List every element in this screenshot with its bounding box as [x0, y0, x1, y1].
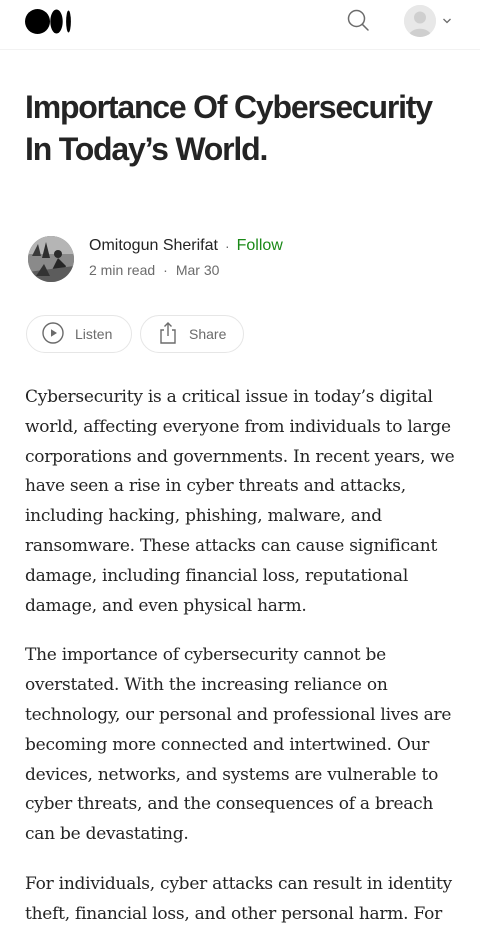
listen-label: Listen	[75, 326, 113, 342]
search-button[interactable]	[344, 8, 372, 36]
article-title: Importance Of Cybersecurity In Today’s W…	[25, 89, 433, 167]
share-button[interactable]: Share	[140, 315, 244, 353]
share-icon	[157, 321, 189, 348]
article-paragraph: For individuals, cyber attacks can resul…	[25, 873, 452, 924]
author-separator: ·	[224, 238, 230, 254]
medium-logo-icon[interactable]	[25, 8, 73, 35]
article-paragraph: Cybersecurity is a critical issue in tod…	[25, 387, 455, 616]
author-line: Omitogun Sherifat · Follow	[89, 236, 283, 256]
meta-separator: ·	[163, 262, 168, 278]
article-meta: 2 min read · Mar 30	[89, 262, 219, 278]
top-bar	[0, 0, 480, 50]
search-icon	[346, 8, 370, 37]
author-name[interactable]: Omitogun Sherifat	[89, 237, 218, 255]
article-body: Cybersecurity is a critical issue in tod…	[25, 383, 461, 950]
article-paragraph: The importance of cybersecurity cannot b…	[25, 645, 452, 845]
avatar-icon	[404, 5, 436, 37]
share-label: Share	[189, 326, 227, 342]
listen-button[interactable]: Listen	[26, 315, 132, 353]
chevron-down-icon	[442, 12, 452, 30]
read-time: 2 min read	[89, 262, 156, 278]
follow-button[interactable]: Follow	[237, 237, 283, 255]
author-avatar[interactable]	[28, 236, 74, 282]
profile-menu-button[interactable]	[404, 4, 458, 38]
play-icon	[41, 321, 75, 348]
publish-date: Mar 30	[175, 262, 220, 278]
